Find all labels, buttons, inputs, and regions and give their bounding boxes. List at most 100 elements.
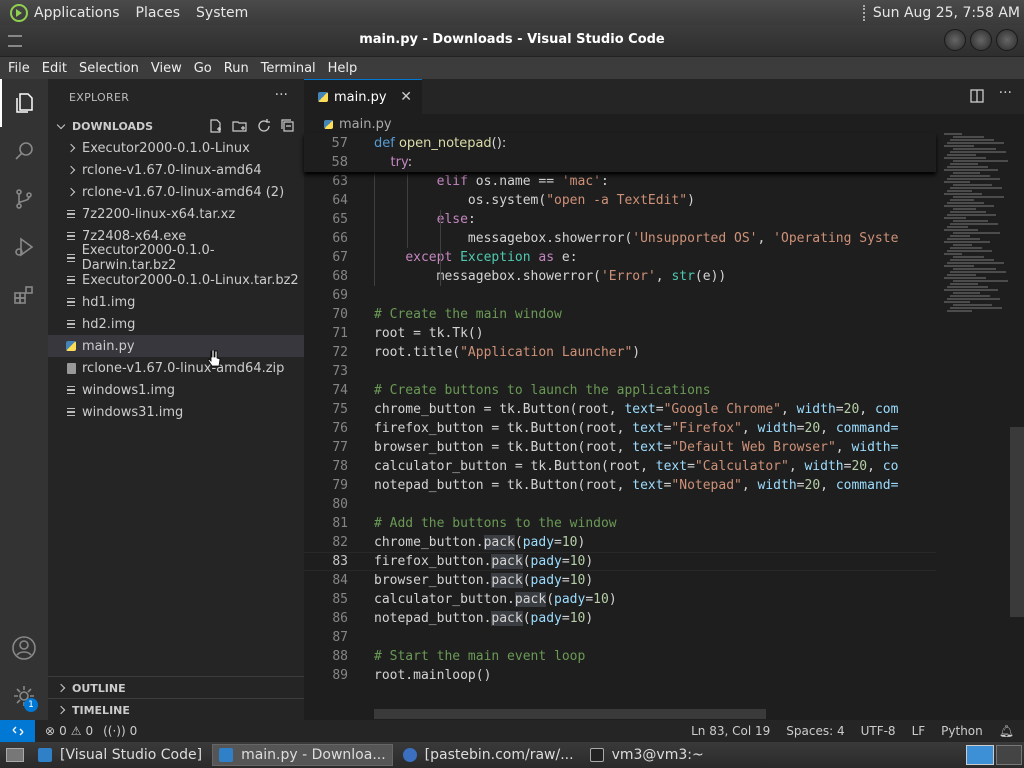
notifications-bell-icon[interactable]: 🔔︎ (999, 724, 1014, 738)
code-line[interactable]: 82 chrome_button.pack(pady=10) (304, 533, 936, 552)
code-line[interactable]: 73 (304, 362, 936, 381)
code-line[interactable]: 76 firefox_button = tk.Button(root, text=… (304, 419, 936, 438)
tree-file-hd2[interactable]: hd2.img (48, 313, 304, 335)
close-window-button[interactable] (996, 29, 1018, 51)
code-line[interactable]: 88 # Start the main event loop (304, 647, 936, 666)
taskbar-item-browser[interactable]: [pastebin.com/raw/... (397, 744, 580, 766)
outline-section-header[interactable]: OUTLINE (48, 677, 304, 699)
menu-file[interactable]: File (4, 61, 34, 76)
code-line[interactable]: 63 elif os.name == 'mac': (304, 172, 936, 191)
split-editor-icon[interactable] (969, 88, 985, 104)
menu-terminal[interactable]: Terminal (257, 61, 320, 76)
code-line[interactable]: 72 root.title("Application Launcher") (304, 343, 936, 362)
code-line[interactable]: 69 (304, 286, 936, 305)
workspace-2[interactable] (996, 745, 1022, 765)
refresh-icon[interactable] (256, 118, 272, 134)
close-tab-icon[interactable]: ✕ (400, 89, 412, 105)
places-menu[interactable]: Places (136, 5, 181, 21)
tree-folder-rclone[interactable]: rclone-v1.67.0-linux-amd64 (48, 159, 304, 181)
explorer-icon[interactable] (0, 79, 48, 127)
maximize-button[interactable] (970, 29, 992, 51)
code-line[interactable]: 89 root.mainloop() (304, 666, 936, 685)
editor-more-icon[interactable]: ··· (999, 85, 1012, 104)
applications-menu[interactable]: Applications (34, 5, 120, 21)
code-line[interactable]: 84 browser_button.pack(pady=10) (304, 571, 936, 590)
applications-logo-icon[interactable] (10, 3, 28, 22)
tree-file-windows1[interactable]: windows1.img (48, 379, 304, 401)
code-line[interactable]: 71 root = tk.Tk() (304, 324, 936, 343)
remote-indicator-icon[interactable] (0, 720, 35, 742)
code-line[interactable]: 87 (304, 628, 936, 647)
menu-view[interactable]: View (147, 61, 186, 76)
code-line[interactable]: 75 chrome_button = tk.Button(root, text="… (304, 400, 936, 419)
minimize-button[interactable] (944, 29, 966, 51)
tree-file-windows31[interactable]: windows31.img (48, 401, 304, 423)
tree-file-executor-linux[interactable]: Executor2000-0.1.0-Linux.tar.bz2 (48, 269, 304, 291)
menu-go[interactable]: Go (190, 61, 216, 76)
tree-file-rclone-zip[interactable]: rclone-v1.67.0-linux-amd64.zip (48, 357, 304, 379)
code-editor[interactable]: 63 elif os.name == 'mac': 64 os.system("o… (304, 133, 936, 703)
code-line[interactable]: 80 (304, 495, 936, 514)
tab-main-py[interactable]: main.py ✕ (304, 79, 422, 114)
tree-file-hd1[interactable]: hd1.img (48, 291, 304, 313)
code-line[interactable]: 83 firefox_button.pack(pady=10) (304, 552, 936, 571)
code-line[interactable]: 70 # Create the main window (304, 305, 936, 324)
code-line[interactable]: 66 messagebox.showerror('Unsupported OS'… (304, 229, 936, 248)
tree-file-main-py[interactable]: main.py (48, 335, 304, 357)
code-line[interactable]: 67 except Exception as e: (304, 248, 936, 267)
system-menu[interactable]: System (196, 5, 248, 21)
menu-run[interactable]: Run (220, 61, 253, 76)
sticky-scroll-header[interactable]: 57 def open_notepad(): 58 try: (304, 133, 936, 172)
code-line[interactable]: 64 os.system("open -a TextEdit") (304, 191, 936, 210)
encoding[interactable]: UTF-8 (861, 724, 896, 738)
account-icon[interactable] (0, 624, 48, 672)
explorer-more-button[interactable]: ··· (275, 87, 288, 103)
menu-selection[interactable]: Selection (75, 61, 143, 76)
code-line[interactable]: 81 # Add the buttons to the window (304, 514, 936, 533)
taskbar-item-terminal[interactable]: vm3@vm3:~ (584, 744, 710, 766)
new-file-icon[interactable] (208, 118, 224, 134)
code-line[interactable]: 78 calculator_button = tk.Button(root, te… (304, 457, 936, 476)
new-folder-icon[interactable] (232, 118, 248, 134)
run-debug-icon[interactable] (0, 223, 48, 271)
code-line[interactable]: 74 # Create buttons to launch the applica… (304, 381, 936, 400)
cursor-position[interactable]: Ln 83, Col 19 (691, 724, 770, 738)
tree-file-7z2200[interactable]: 7z2200-linux-x64.tar.xz (48, 203, 304, 225)
breadcrumb[interactable]: main.py (324, 117, 392, 132)
tree-file-executor-darwin[interactable]: Executor2000-0.1.0-Darwin.tar.bz2 (48, 243, 304, 273)
vertical-scrollbar[interactable] (1010, 427, 1024, 617)
minimap[interactable] (940, 133, 1010, 323)
tree-folder-executor2000-linux[interactable]: Executor2000-0.1.0-Linux (48, 137, 304, 159)
taskbar-item-main-py[interactable]: main.py - Downloa... (212, 744, 393, 766)
manage-gear-icon[interactable]: 1 (0, 672, 48, 720)
clock[interactable]: Sun Aug 25, 7:58 AM (873, 5, 1020, 21)
collapse-all-icon[interactable] (280, 118, 296, 134)
menu-help[interactable]: Help (324, 61, 362, 76)
code-line[interactable]: 77 browser_button = tk.Button(root, text=… (304, 438, 936, 457)
ports-indicator[interactable]: ((·)) 0 (103, 724, 137, 738)
code-line[interactable]: 65 else: (304, 210, 936, 229)
code-line[interactable]: 68 messagebox.showerror('Error', str(e)) (304, 267, 936, 286)
language-mode[interactable]: Python (941, 724, 983, 738)
search-icon[interactable] (0, 127, 48, 175)
extensions-icon[interactable] (0, 271, 48, 319)
folder-section-header[interactable]: DOWNLOADS (48, 115, 304, 137)
minimap-line (947, 214, 996, 216)
window-titlebar[interactable]: main.py - Downloads - Visual Studio Code (0, 25, 1024, 57)
tree-folder-rclone-2[interactable]: rclone-v1.67.0-linux-amd64 (2) (48, 181, 304, 203)
show-desktop-icon[interactable] (2, 744, 28, 766)
code-line[interactable]: 86 notepad_button.pack(pady=10) (304, 609, 936, 628)
source-control-icon[interactable] (0, 175, 48, 223)
indentation[interactable]: Spaces: 4 (786, 724, 844, 738)
menu-edit[interactable]: Edit (38, 61, 71, 76)
problems-indicator[interactable]: ⊗ 0 ⚠ 0 (45, 724, 93, 738)
code-line[interactable]: 85 calculator_button.pack(pady=10) (304, 590, 936, 609)
sticky-line[interactable]: 57 def open_notepad(): (304, 134, 936, 153)
sticky-line[interactable]: 58 try: (304, 153, 936, 172)
horizontal-scrollbar[interactable] (374, 709, 766, 719)
end-of-line[interactable]: LF (912, 724, 926, 738)
taskbar-item-vscode[interactable]: [Visual Studio Code] (32, 744, 208, 766)
timeline-section-header[interactable]: TIMELINE (48, 699, 304, 721)
code-line[interactable]: 79 notepad_button = tk.Button(root, text=… (304, 476, 936, 495)
workspace-1[interactable] (966, 745, 994, 765)
